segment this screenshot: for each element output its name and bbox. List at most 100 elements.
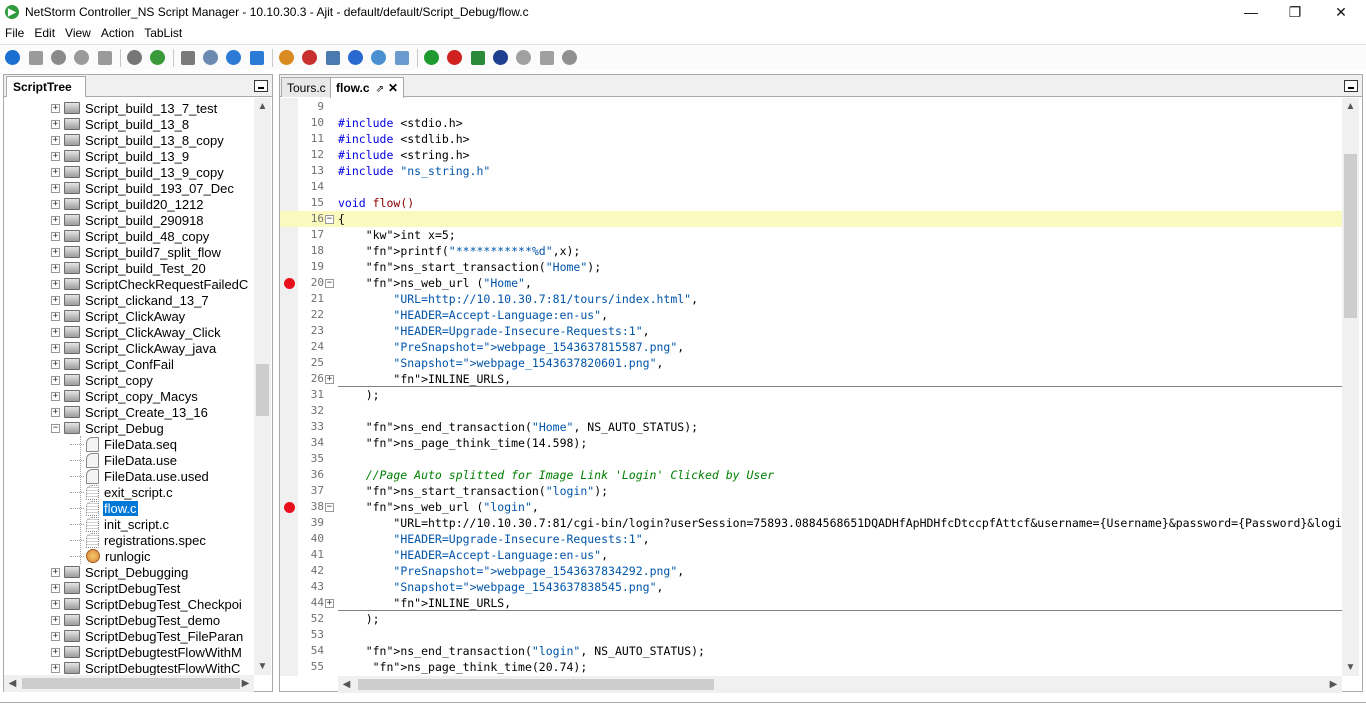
tree-folder[interactable]: + Script_build_290918 [51,212,205,228]
menu-view[interactable]: View [60,26,96,40]
code-line[interactable]: 11 #include <stdlib.h> [280,131,1342,147]
download-button[interactable] [224,48,243,67]
disabled-circle-button[interactable] [537,48,556,67]
comment-button[interactable] [125,48,144,67]
expand-icon[interactable]: + [51,279,60,289]
expand-icon[interactable]: + [51,663,60,673]
tree-file[interactable]: exit_script.c [70,484,174,500]
code-line[interactable]: 10 #include <stdio.h> [280,115,1342,131]
palette-button[interactable] [277,48,296,67]
scroll-up-icon[interactable]: ▲ [1342,98,1359,115]
code-editor[interactable]: 9 10 #include <stdio.h> 11 #include <stdlib.… [280,98,1342,676]
expand-icon[interactable]: + [51,583,60,593]
tree-file[interactable]: registrations.spec [70,532,207,548]
code-line[interactable]: 35 [280,451,1342,467]
tree-file[interactable]: init_script.c [70,516,170,532]
stop-button[interactable] [26,48,45,67]
expand-icon[interactable]: + [51,631,60,641]
scroll-right-icon[interactable]: ▶ [1325,676,1342,693]
tree-file[interactable]: runlogic [70,548,152,564]
tree-file[interactable]: FileData.use.used [70,468,210,484]
tab-flow-c[interactable]: flow.c ⇗ ✕ [330,77,405,98]
play-button[interactable] [3,48,22,67]
fold-expand-icon[interactable]: + [325,375,334,384]
fold-collapse-icon[interactable]: − [325,503,334,512]
code-line[interactable]: 24 "PreSnapshot=">webpage_1543637815587.… [280,339,1342,355]
pause-button[interactable] [72,48,91,67]
scroll-left-icon[interactable]: ◀ [338,676,355,693]
tree-folder[interactable]: + Script_build_13_8 [51,116,190,132]
code-line[interactable]: 17 "kw">int x=5; [280,227,1342,243]
code-line[interactable]: 14 [280,179,1342,195]
code-line[interactable]: 40 "HEADER=Upgrade-Insecure-Requests:1", [280,531,1342,547]
scroll-right-icon[interactable]: ▶ [237,675,254,692]
code-line[interactable]: 34 "fn">ns_page_think_time(14.598); [280,435,1342,451]
tree-folder[interactable]: + Script_build_13_7_test [51,100,218,116]
tree-folder[interactable]: + ScriptDebugTest_demo [51,612,221,628]
tree-folder[interactable]: + ScriptDebugTest [51,580,181,596]
tree-folder[interactable]: + ScriptCheckRequestFailedC [51,276,249,292]
upload-button[interactable] [247,48,266,67]
tree-folder[interactable]: + Script_build_193_07_Dec [51,180,235,196]
fold-collapse-icon[interactable]: − [325,215,334,224]
tree-folder[interactable]: + Script_copy [51,372,154,388]
tree-folder[interactable]: + Script_build_13_9 [51,148,190,164]
code-line[interactable]: 33 "fn">ns_end_transaction("Home", NS_AU… [280,419,1342,435]
expand-icon[interactable]: + [51,167,60,177]
code-line[interactable]: 23 "HEADER=Upgrade-Insecure-Requests:1", [280,323,1342,339]
expand-icon[interactable]: + [51,311,60,321]
menu-action[interactable]: Action [96,26,139,40]
restore-button[interactable]: ❐ [1272,0,1318,24]
code-line[interactable]: 36 //Page Auto splitted for Image Link '… [280,467,1342,483]
code-line[interactable]: 52 ); [280,611,1342,627]
tree-folder[interactable]: + Script_Create_13_16 [51,404,209,420]
tree-file[interactable]: FileData.use [70,452,178,468]
gear-button[interactable] [369,48,388,67]
expand-icon[interactable]: + [51,359,60,369]
expand-icon[interactable]: + [51,231,60,241]
tree-folder[interactable]: + Script_copy_Macys [51,388,199,404]
code-line[interactable]: 13 #include "ns_string.h" [280,163,1342,179]
tree-folder[interactable]: + ScriptDebugtestFlowWithM [51,644,243,660]
tree-folder[interactable]: + ScriptDebugTest_Checkpoi [51,596,243,612]
editor-scroll-thumb[interactable] [1344,154,1357,318]
code-line[interactable]: 16−{ [280,211,1342,227]
editor-hscroll-thumb[interactable] [358,679,714,690]
menu-tablist[interactable]: TabList [139,26,187,40]
tree-folder[interactable]: + Script_ClickAway [51,308,186,324]
code-line[interactable]: 15 void flow() [280,195,1342,211]
code-line[interactable]: 20− "fn">ns_web_url ("Home", [280,275,1342,291]
tree-folder[interactable]: − Script_Debug [51,420,165,436]
expand-icon[interactable]: + [51,343,60,353]
code-line[interactable]: 31 ); [280,387,1342,403]
expand-icon[interactable]: + [51,375,60,385]
breakpoint-icon[interactable] [284,502,295,513]
expand-icon[interactable]: + [51,327,60,337]
expand-icon[interactable]: + [51,295,60,305]
disabled-circle-button[interactable] [514,48,533,67]
expand-icon[interactable]: + [51,151,60,161]
code-line[interactable]: 18 "fn">printf("***********%d",x); [280,243,1342,259]
step-button[interactable] [95,48,114,67]
tree-folder[interactable]: + Script_ClickAway_java [51,340,217,356]
code-line[interactable]: 37 "fn">ns_start_transaction("login"); [280,483,1342,499]
expand-icon[interactable]: + [51,615,60,625]
tree-folder[interactable]: + Script_build_48_copy [51,228,210,244]
disk-button[interactable] [491,48,510,67]
code-line[interactable]: 25 "Snapshot=">webpage_1543637820601.png… [280,355,1342,371]
code-line[interactable]: 54 "fn">ns_end_transaction("login", NS_A… [280,643,1342,659]
breakpoint-icon[interactable] [284,278,295,289]
tree-folder[interactable]: + Script_ConfFail [51,356,175,372]
code-line[interactable]: 42 "PreSnapshot=">webpage_1543637834292.… [280,563,1342,579]
expand-icon[interactable]: + [51,263,60,273]
code-line[interactable]: 19 "fn">ns_start_transaction("Home"); [280,259,1342,275]
code-line[interactable]: 21 "URL=http://10.10.30.7:81/tours/index… [280,291,1342,307]
expand-icon[interactable]: + [51,183,60,193]
tree-file[interactable]: flow.c [70,499,139,517]
tree-hscroll-thumb[interactable] [22,678,240,689]
fold-collapse-icon[interactable]: − [325,279,334,288]
pin-icon[interactable]: ⇗ [376,84,384,95]
add-button[interactable] [148,48,167,67]
editor-horizontal-scrollbar[interactable]: ◀ ▶ [338,676,1342,693]
code-line[interactable]: 9 [280,99,1342,115]
